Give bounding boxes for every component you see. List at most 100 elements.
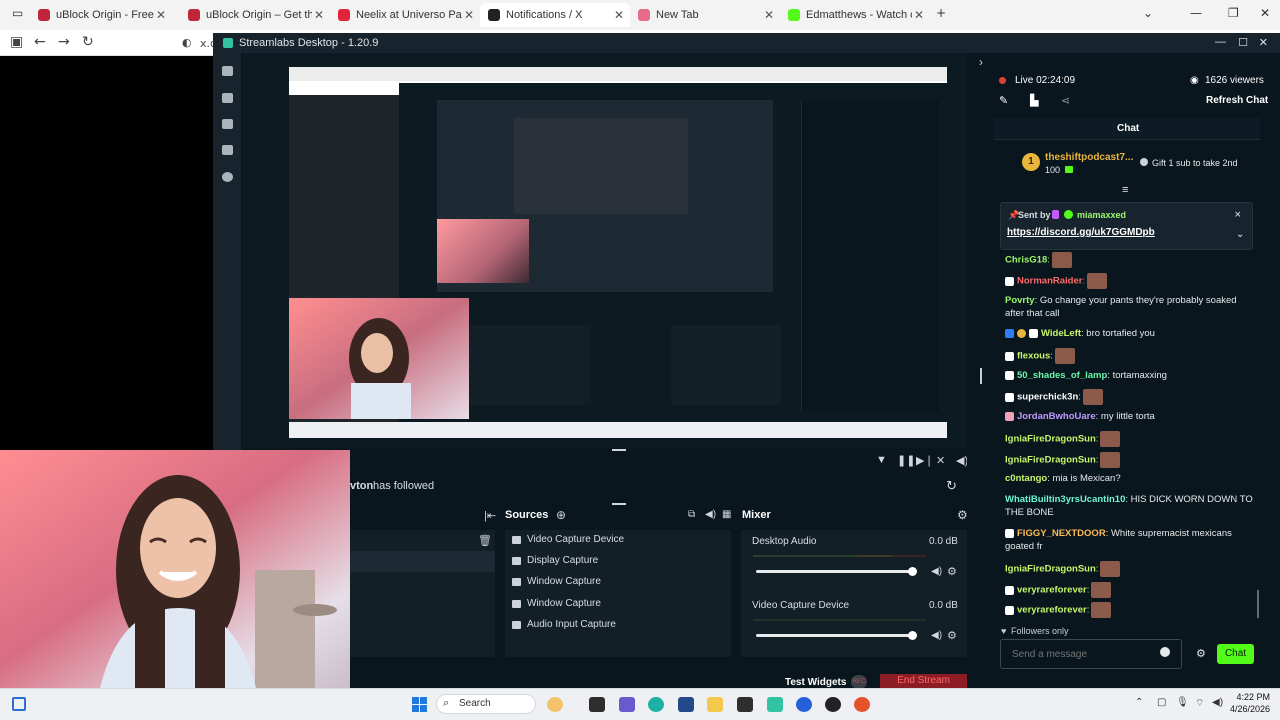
close-icon[interactable]: ✕ — [1260, 6, 1270, 20]
close-icon[interactable]: ✕ — [612, 8, 626, 22]
pinned-link[interactable]: https://discord.gg/uk7GGMDpb — [1007, 227, 1155, 238]
trash-icon[interactable]: 🗑 — [478, 534, 492, 547]
themes-icon[interactable] — [222, 93, 233, 103]
add-source-icon[interactable]: ⊕ — [556, 508, 566, 522]
forward-icon[interactable]: → — [58, 34, 70, 50]
refresh-icon[interactable]: ↻ — [946, 478, 957, 494]
streamlabs-icon[interactable] — [767, 697, 783, 712]
browser-tab[interactable]: uBlock Origin - Free, open-sou ✕ — [30, 3, 172, 27]
streamlabs-titlebar: Streamlabs Desktop - 1.20.9 — ☐ ✕ — [213, 33, 1280, 53]
volume-slider-knob[interactable] — [908, 567, 917, 576]
source-item[interactable]: Window Capture — [512, 598, 601, 609]
browser-tab[interactable]: Neelix at Universo Paralello - Yo ✕ — [330, 3, 480, 27]
edit-icon[interactable]: ✎ — [999, 94, 1008, 107]
volume-icon[interactable]: ◀) — [931, 630, 942, 641]
copilot-icon[interactable] — [547, 697, 563, 712]
store-icon[interactable] — [678, 697, 694, 712]
task-view-icon[interactable] — [589, 697, 605, 712]
github-icon[interactable] — [825, 697, 841, 712]
emoji-icon[interactable] — [1160, 647, 1170, 657]
highlighter-icon[interactable] — [222, 145, 233, 155]
volume-slider[interactable] — [756, 634, 912, 637]
source-settings-icon[interactable]: ⧉ — [688, 509, 695, 520]
browser-tab-active[interactable]: Notifications / X ✕ — [480, 3, 630, 27]
chevron-right-icon[interactable]: › — [979, 55, 983, 69]
collapse-icon[interactable]: |⇤ — [484, 509, 496, 522]
chevron-down-icon[interactable]: ⌄ — [1236, 229, 1244, 240]
scene-selected[interactable] — [350, 551, 495, 572]
refresh-chat-button[interactable]: Refresh Chat — [1206, 95, 1268, 106]
ea-icon[interactable] — [796, 697, 812, 712]
maximize-icon[interactable]: ☐ — [1238, 36, 1248, 49]
filter-icon[interactable]: ▼ — [876, 454, 887, 466]
close-icon[interactable]: ✕ — [762, 8, 776, 22]
pinned-user[interactable]: miamaxxed — [1077, 210, 1126, 220]
widgets-icon[interactable] — [12, 697, 26, 711]
dashboard-icon[interactable]: ▙ — [1030, 94, 1038, 107]
minimize-icon[interactable]: — — [1190, 6, 1202, 20]
play-icon[interactable] — [222, 172, 233, 182]
share-icon[interactable]: ⋖ — [1061, 94, 1070, 107]
drag-handle-icon[interactable]: ≡ — [1122, 184, 1128, 196]
tab-actions-icon[interactable]: ▭ — [12, 6, 23, 20]
firefox-icon[interactable] — [854, 697, 870, 712]
browser-tab[interactable]: Edmatthews - Watch clips on Ki ✕ — [780, 3, 930, 27]
browser-tab[interactable]: uBlock Origin – Get this Extensi ✕ — [180, 3, 330, 27]
volume-icon[interactable]: ◀) — [931, 566, 942, 577]
mute-alerts-icon[interactable]: ✕ — [936, 454, 945, 467]
chat-scrollbar[interactable] — [1257, 590, 1259, 618]
clock-time[interactable]: 4:22 PM — [1228, 692, 1270, 702]
editor-icon[interactable] — [222, 66, 233, 76]
browser-tab[interactable]: New Tab ✕ — [630, 3, 780, 27]
resize-handle[interactable] — [612, 503, 626, 505]
close-icon[interactable]: ✕ — [1259, 36, 1268, 49]
new-tab-icon[interactable]: + — [936, 6, 946, 20]
source-item[interactable]: Display Capture — [512, 555, 598, 566]
mixer-source-name: Video Capture Device — [752, 600, 850, 611]
sidebar-icon[interactable]: ▣ — [10, 34, 23, 50]
reload-icon[interactable]: ↻ — [82, 34, 94, 50]
audio-icon[interactable]: ◀) — [705, 509, 716, 520]
gear-icon[interactable]: ⚙ — [947, 629, 957, 642]
close-icon[interactable]: ✕ — [912, 8, 926, 22]
gear-icon[interactable]: ⚙ — [947, 565, 957, 578]
source-item[interactable]: Window Capture — [512, 576, 601, 587]
minimize-icon[interactable]: — — [1215, 36, 1226, 48]
store-icon[interactable] — [222, 119, 233, 129]
rec-button[interactable]: REC — [851, 675, 867, 689]
volume-icon[interactable]: ◀) — [1212, 697, 1223, 708]
wifi-icon[interactable]: ⌔ — [1195, 697, 1204, 710]
close-icon[interactable]: ✕ — [312, 8, 326, 22]
microphone-icon[interactable]: 🎙 — [1176, 697, 1189, 708]
close-icon[interactable]: ✕ — [462, 8, 476, 22]
chevron-down-icon[interactable]: ⌄ — [1143, 6, 1153, 20]
volume-slider[interactable] — [756, 570, 912, 573]
back-icon[interactable]: ← — [34, 34, 46, 50]
gift-user[interactable]: theshiftpodcast7... — [1045, 152, 1133, 163]
chat-send-button[interactable]: Chat — [1217, 644, 1254, 664]
shield-icon[interactable]: ◐ — [182, 36, 192, 49]
layers-icon[interactable]: ▦ — [722, 509, 731, 520]
edge-icon[interactable] — [648, 697, 664, 712]
restore-icon[interactable]: ❐ — [1228, 6, 1239, 20]
skip-icon[interactable]: ▶❘ — [916, 454, 934, 467]
source-item[interactable]: Video Capture Device — [512, 534, 624, 545]
test-widgets-button[interactable]: Test Widgets — [785, 677, 846, 688]
resize-handle[interactable] — [980, 368, 982, 384]
windows-start-icon[interactable] — [412, 697, 427, 712]
chat-app-icon[interactable] — [619, 697, 635, 712]
file-explorer-icon[interactable] — [707, 697, 723, 712]
terminal-icon[interactable] — [737, 697, 753, 712]
unpin-icon[interactable]: ⨯ — [1234, 209, 1242, 220]
volume-slider-knob[interactable] — [908, 631, 917, 640]
clock-date[interactable]: 4/26/2026 — [1228, 704, 1270, 714]
close-icon[interactable]: ✕ — [154, 8, 168, 22]
tray-icon[interactable]: ▢ — [1157, 697, 1166, 708]
chat-message-input[interactable] — [1012, 647, 1152, 661]
pause-icon[interactable]: ❚❚ — [897, 454, 915, 467]
source-item[interactable]: Audio Input Capture — [512, 619, 616, 630]
end-stream-button[interactable]: End Stream — [880, 674, 967, 688]
resize-handle[interactable] — [612, 449, 626, 451]
chevron-up-icon[interactable]: ⌃ — [1135, 697, 1143, 708]
gear-icon[interactable]: ⚙ — [1196, 647, 1206, 660]
